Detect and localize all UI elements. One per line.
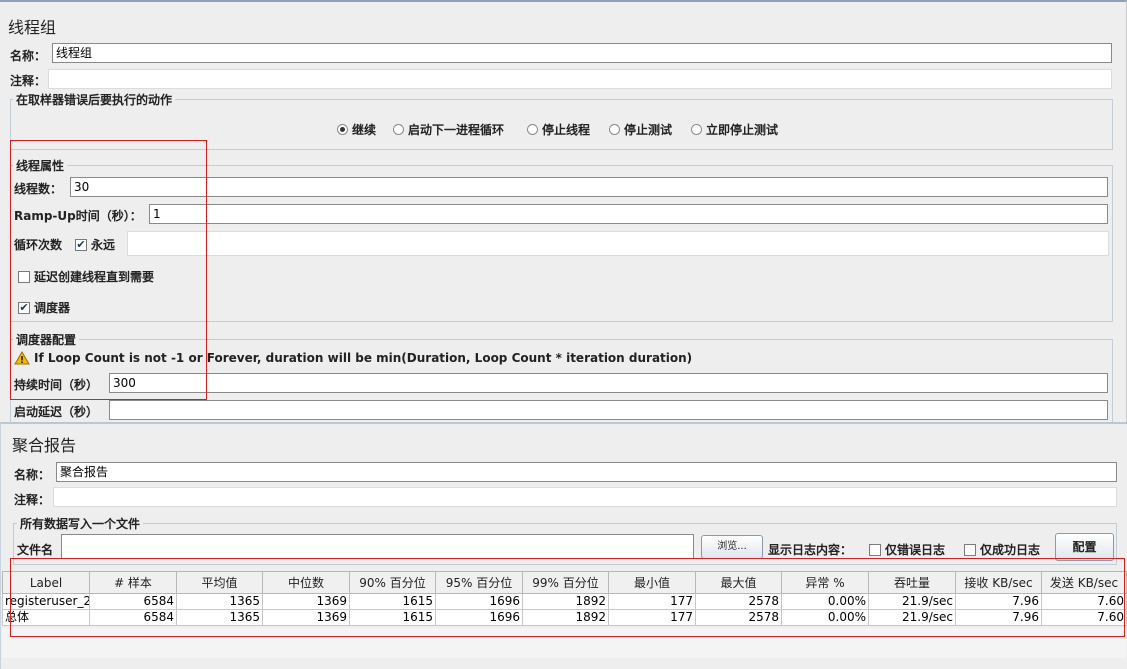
name-label: 名称： <box>10 49 47 63</box>
table-cell: 1615 <box>349 593 436 610</box>
column-header[interactable]: 吞吐量 <box>868 571 956 594</box>
column-header[interactable]: # 样本 <box>89 571 177 594</box>
column-header[interactable]: 接收 KB/sec <box>955 571 1042 594</box>
success-only-checkbox[interactable]: 仅成功日志 <box>964 541 1040 558</box>
column-header[interactable]: 发送 KB/sec <box>1041 571 1127 594</box>
log-content-label: 显示日志内容： <box>768 543 853 557</box>
threads-field[interactable]: 30 <box>70 177 1108 197</box>
radio-icon <box>609 124 620 135</box>
table-cell: 7.96 <box>955 593 1042 610</box>
table-cell: 6584 <box>89 609 177 626</box>
radio-start-next-loop[interactable]: 启动下一进程循环 <box>393 121 504 138</box>
errors-only-checkbox[interactable]: 仅错误日志 <box>869 541 945 558</box>
table-cell: 177 <box>608 593 696 610</box>
table-cell: 6584 <box>89 593 177 610</box>
loop-count-label: 循环次数 <box>14 238 63 252</box>
table-cell: 21.9/sec <box>868 593 956 610</box>
thread-group-panel: 线程组 名称： 线程组 注释： 在取样器错误后要执行的动作 继续 启动下一进程循… <box>0 0 1127 424</box>
table-cell: 0.00% <box>781 593 869 610</box>
browse-button[interactable]: 浏览... <box>701 535 763 559</box>
scheduler-config-legend: 调度器配置 <box>13 331 80 348</box>
loop-count-warning: If Loop Count is not -1 or Forever, dura… <box>14 351 692 365</box>
aggregate-report-title: 聚合报告 <box>12 436 77 455</box>
table-cell: 177 <box>608 609 696 626</box>
table-cell: 2578 <box>695 593 782 610</box>
report-name-label: 名称： <box>14 468 51 482</box>
table-row[interactable]: 总体 6584 1365 1369 1615 1696 1892 177 257… <box>2 609 1127 626</box>
table-cell: registeruser_2 <box>2 593 90 610</box>
duration-field[interactable]: 300 <box>109 373 1108 393</box>
thread-props-legend: 线程属性 <box>13 157 68 174</box>
table-cell: 7.96 <box>955 609 1042 626</box>
column-header[interactable]: 中位数 <box>262 571 350 594</box>
table-header-row: Label # 样本 平均值 中位数 90% 百分位 95% 百分位 99% 百… <box>2 571 1127 594</box>
checkbox-icon <box>18 270 30 283</box>
column-header[interactable]: 最大值 <box>695 571 782 594</box>
aggregate-report-panel: 聚合报告 名称： 聚合报告 注释： 所有数据写入一个文件 文件名 浏览... 显… <box>0 422 1127 669</box>
table-cell: 21.9/sec <box>868 609 956 626</box>
duration-label: 持续时间（秒） <box>14 378 99 392</box>
column-header[interactable]: 95% 百分位 <box>435 571 523 594</box>
radio-selected-icon <box>337 124 348 135</box>
filename-field[interactable] <box>61 534 694 559</box>
radio-stop-test-now[interactable]: 立即停止测试 <box>691 121 778 138</box>
checkbox-checked-icon: ✔ <box>75 237 87 251</box>
sampler-error-legend: 在取样器错误后要执行的动作 <box>13 91 176 108</box>
table-cell: 总体 <box>2 609 90 626</box>
table-cell: 1369 <box>262 593 350 610</box>
table-cell: 7.60 <box>1041 609 1127 626</box>
radio-stop-test[interactable]: 停止测试 <box>609 121 672 138</box>
comment-label: 注释： <box>10 74 47 88</box>
radio-stop-thread[interactable]: 停止线程 <box>527 121 590 138</box>
table-cell: 1365 <box>176 609 263 626</box>
report-comment-field[interactable] <box>53 487 1117 507</box>
aggregate-results-table: Label # 样本 平均值 中位数 90% 百分位 95% 百分位 99% 百… <box>2 571 1127 626</box>
configure-button[interactable]: 配置 <box>1055 533 1114 561</box>
table-cell: 1696 <box>435 609 523 626</box>
rampup-field[interactable]: 1 <box>149 204 1108 224</box>
table-cell: 7.60 <box>1041 593 1127 610</box>
delay-thread-creation-checkbox[interactable]: 延迟创建线程直到需要 <box>18 268 154 285</box>
scheduler-checkbox[interactable]: ✔ 调度器 <box>18 299 70 316</box>
column-header[interactable]: 异常 % <box>781 571 869 594</box>
report-comment-label: 注释： <box>14 493 51 507</box>
column-header[interactable]: 平均值 <box>176 571 263 594</box>
radio-icon <box>691 124 702 135</box>
forever-checkbox[interactable]: ✔ 永远 <box>75 236 115 253</box>
report-name-field[interactable]: 聚合报告 <box>56 462 1117 482</box>
loop-count-field[interactable] <box>127 231 1109 256</box>
radio-icon <box>527 124 538 135</box>
column-header[interactable]: 99% 百分位 <box>522 571 609 594</box>
checkbox-checked-icon: ✔ <box>18 300 30 314</box>
table-cell: 1892 <box>522 609 609 626</box>
table-cell: 1696 <box>435 593 523 610</box>
filename-label: 文件名 <box>17 543 54 557</box>
rampup-label: Ramp-Up时间（秒）： <box>14 209 142 223</box>
startup-delay-label: 启动延迟（秒） <box>14 405 99 419</box>
table-empty-area <box>2 628 1126 658</box>
startup-delay-field[interactable] <box>109 400 1108 420</box>
table-cell: 1615 <box>349 609 436 626</box>
file-output-legend: 所有数据写入一个文件 <box>17 515 144 532</box>
table-cell: 0.00% <box>781 609 869 626</box>
table-row[interactable]: registeruser_2 6584 1365 1369 1615 1696 … <box>2 593 1127 610</box>
column-header[interactable]: 90% 百分位 <box>349 571 436 594</box>
column-header[interactable]: 最小值 <box>608 571 696 594</box>
name-field[interactable]: 线程组 <box>52 43 1112 63</box>
radio-continue[interactable]: 继续 <box>337 121 376 138</box>
checkbox-icon <box>964 543 976 556</box>
thread-group-title: 线程组 <box>8 18 57 37</box>
table-cell: 1892 <box>522 593 609 610</box>
column-header[interactable]: Label <box>2 571 90 594</box>
comment-field[interactable] <box>48 69 1112 89</box>
radio-icon <box>393 124 404 135</box>
table-cell: 1365 <box>176 593 263 610</box>
checkbox-icon <box>869 543 881 556</box>
table-cell: 2578 <box>695 609 782 626</box>
threads-label: 线程数： <box>14 182 63 196</box>
table-cell: 1369 <box>262 609 350 626</box>
warning-icon <box>14 351 30 365</box>
